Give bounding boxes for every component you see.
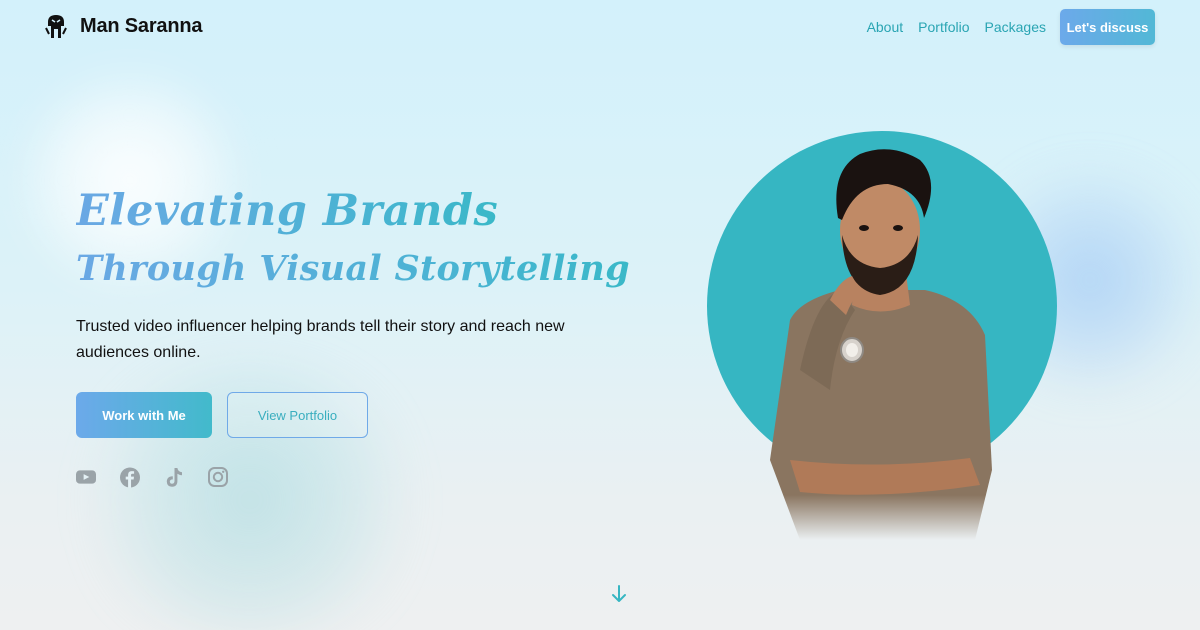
nav-link-about[interactable]: About	[867, 19, 904, 35]
nav-link-portfolio[interactable]: Portfolio	[918, 19, 969, 35]
social-links	[76, 466, 228, 488]
influencer-portrait	[770, 149, 992, 540]
instagram-icon[interactable]	[208, 466, 228, 488]
youtube-icon[interactable]	[76, 466, 96, 488]
view-portfolio-button[interactable]: View Portfolio	[227, 392, 368, 438]
work-with-me-button[interactable]: Work with Me	[76, 392, 212, 438]
logo-icon[interactable]	[44, 12, 68, 42]
lets-discuss-button[interactable]: Let's discuss	[1060, 9, 1155, 45]
brand-name[interactable]: Man Saranna	[80, 15, 202, 38]
hero-headline-line-2: Through Visual Storytelling	[76, 248, 630, 289]
site-header: Man Saranna About Portfolio Packages Let…	[0, 0, 1200, 56]
facebook-icon[interactable]	[120, 466, 140, 488]
nav-link-packages[interactable]: Packages	[985, 19, 1046, 35]
tiktok-icon[interactable]	[164, 466, 184, 488]
hero-headline-line-1: Elevating Brands	[76, 186, 499, 236]
hero-subtitle: Trusted video influencer helping brands …	[76, 318, 565, 361]
main-nav: About Portfolio Packages	[867, 19, 1046, 35]
scroll-down-arrow-icon[interactable]	[610, 584, 628, 604]
